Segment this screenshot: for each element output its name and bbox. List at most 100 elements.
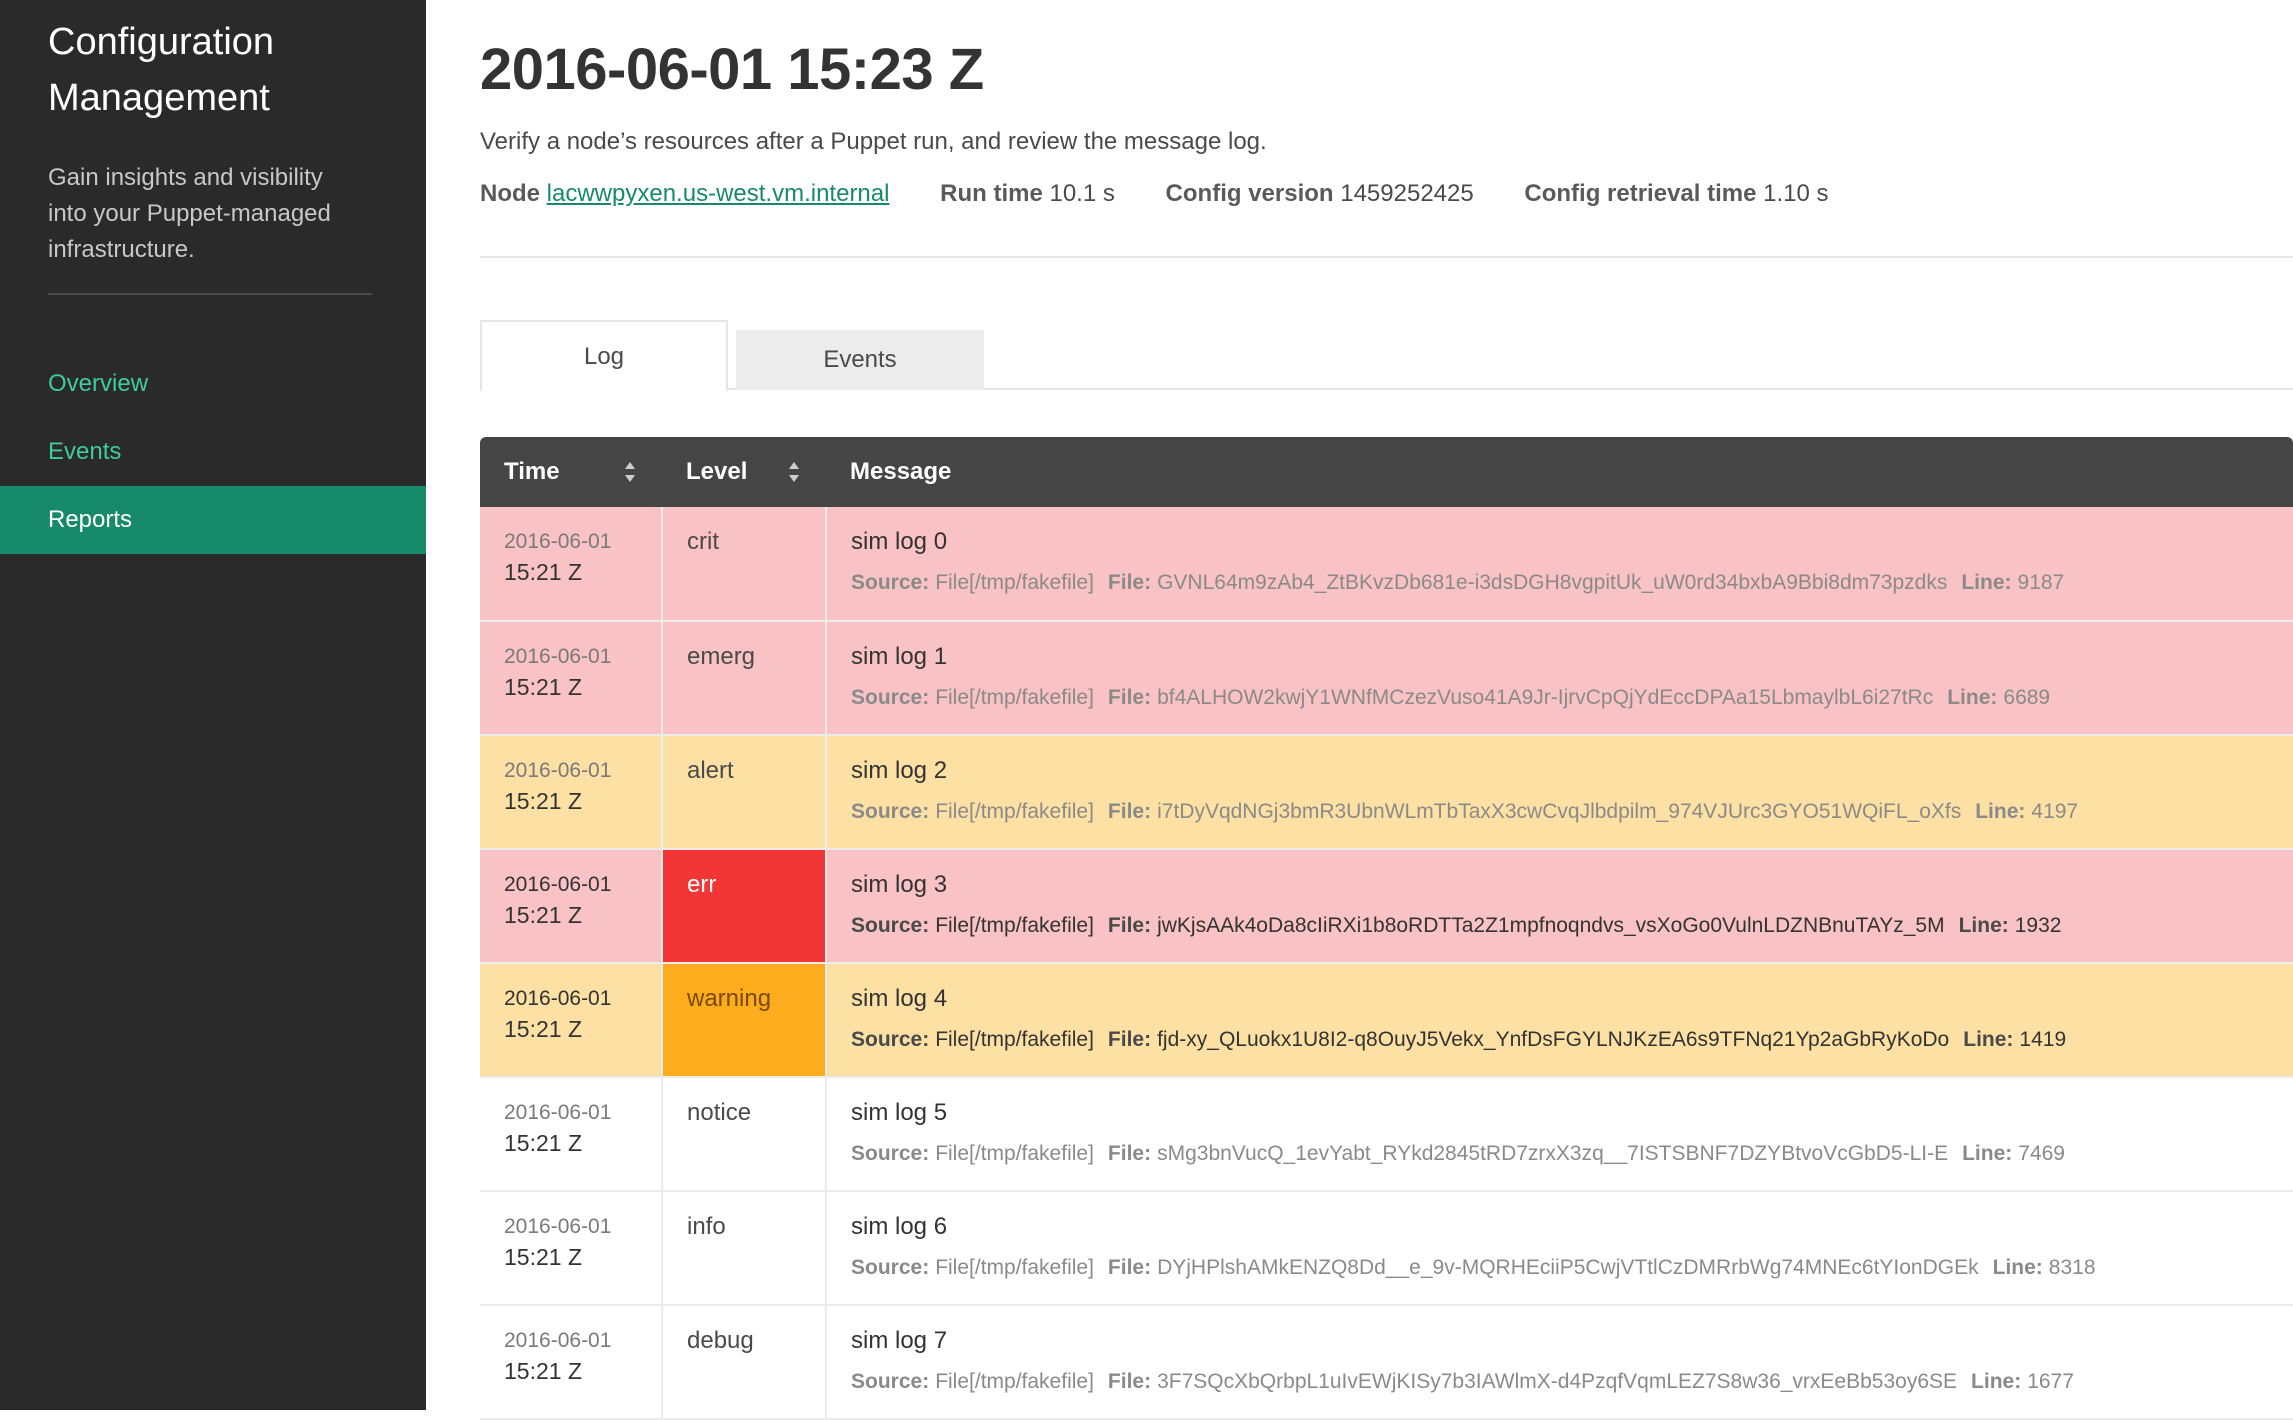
column-header-time[interactable]: Time	[480, 437, 662, 507]
log-time: 15:21 Z	[504, 1130, 582, 1156]
file-value: i7tDyVqdNGj3bmR3UbnWLmTbTaxX3cwCvqJlbdpi…	[1157, 800, 1962, 823]
time-cell: 2016-06-01 15:21 Z	[480, 507, 663, 622]
line-value: 8318	[2048, 1256, 2096, 1279]
log-detail: Source: File[/tmp/fakefile] File: i7tDyVqdN…	[851, 800, 2269, 824]
log-message: sim log 5	[851, 1099, 948, 1126]
source-value: File[/tmp/fakefile]	[935, 686, 1094, 709]
sort-icon[interactable]	[788, 461, 800, 483]
source-key: Source:	[851, 686, 930, 709]
log-level: crit	[687, 528, 719, 555]
log-message: sim log 4	[851, 985, 948, 1012]
file-key: File:	[1107, 1028, 1152, 1051]
tab-events[interactable]: Events	[736, 330, 984, 390]
app-description: Gain insights and visibility into your P…	[48, 164, 331, 263]
column-header-level[interactable]: Level	[662, 437, 826, 507]
log-message: sim log 2	[851, 757, 948, 784]
message-cell: sim log 4 Source: File[/tmp/fakefile] File:…	[826, 963, 2293, 1078]
file-key: File:	[1107, 571, 1152, 594]
timestamp: 2016-06-01 15:21 Z	[504, 1212, 637, 1272]
timestamp: 2016-06-01 15:21 Z	[504, 756, 637, 816]
sort-icon[interactable]	[624, 461, 636, 483]
source-key: Source:	[851, 800, 930, 823]
log-detail: Source: File[/tmp/fakefile] File: 3F7SQcXbQ…	[851, 1370, 2269, 1394]
sidebar-nav: Overview Events Reports	[0, 350, 426, 554]
time-cell: 2016-06-01 15:21 Z	[480, 1305, 663, 1420]
file-key: File:	[1107, 800, 1152, 823]
sidebar-item-reports[interactable]: Reports	[0, 486, 426, 554]
log-time: 15:21 Z	[504, 902, 582, 928]
time-cell: 2016-06-01 15:21 Z	[480, 963, 663, 1078]
table-row: 2016-06-01 15:21 Zalert sim log 2 Source: Fi…	[480, 735, 2293, 850]
log-time: 15:21 Z	[504, 1244, 582, 1270]
level-cell: warning	[662, 963, 827, 1078]
config-version-label: Config version	[1165, 180, 1334, 207]
sidebar-item-events[interactable]: Events	[0, 418, 426, 486]
log-message: sim log 6	[851, 1213, 948, 1240]
source-key: Source:	[851, 1370, 930, 1393]
level-cell: alert	[662, 735, 827, 850]
log-detail: Source: File[/tmp/fakefile] File: jwKjsAAk4…	[851, 914, 2269, 938]
time-cell: 2016-06-01 15:21 Z	[480, 735, 663, 850]
source-value: File[/tmp/fakefile]	[935, 1370, 1094, 1393]
file-value: sMg3bnVucQ_1evYabt_RYkd2845tRD7zrxX3zq__…	[1157, 1142, 1949, 1165]
level-cell: emerg	[662, 621, 827, 736]
table-row: 2016-06-01 15:21 Zcrit sim log 0 Source: Fil…	[480, 507, 2293, 622]
message-cell: sim log 2 Source: File[/tmp/fakefile] File:…	[826, 735, 2293, 850]
file-value: GVNL64m9zAb4_ZtBKvzDb681e-i3dsDGH8vgpitU…	[1157, 571, 1948, 594]
column-header-level-label: Level	[686, 458, 748, 485]
line-key: Line:	[1961, 571, 2012, 594]
table-header-row: Time Level Message	[480, 437, 2293, 507]
app-title: Configuration Management	[48, 21, 275, 119]
line-key: Line:	[1947, 686, 1998, 709]
level-cell: notice	[662, 1077, 827, 1192]
table-row: 2016-06-01 15:21 Zdebug sim log 7 Source: Fi…	[480, 1305, 2293, 1420]
log-date: 2016-06-01	[504, 1329, 612, 1352]
log-detail: Source: File[/tmp/fakefile] File: DYjHPlshA…	[851, 1256, 2269, 1280]
log-level: info	[687, 1213, 726, 1240]
table-row: 2016-06-01 15:21 Z emerg sim log 1 Source: Fi…	[480, 621, 2293, 736]
log-level: alert	[687, 757, 734, 784]
message-cell: sim log 5 Source: File[/tmp/fakefile] File:…	[826, 1077, 2293, 1192]
log-detail: Source: File[/tmp/fakefile] File: sMg3bnVuc…	[851, 1142, 2269, 1166]
table-row: 2016-06-01 15:21 Z warning sim log 4 Source:…	[480, 963, 2293, 1078]
page-subtitle: Verify a node’s resources after a Puppet…	[480, 128, 1267, 155]
column-header-message: Message	[826, 437, 2293, 507]
log-message: sim log 1	[851, 643, 948, 670]
file-key: File:	[1107, 914, 1152, 937]
log-level: emerg	[687, 643, 756, 670]
file-value: fjd-xy_QLuokx1U8I2-q8OuyJ5Vekx_YnfDsFGYL…	[1157, 1028, 1950, 1051]
tab-log[interactable]: Log	[480, 320, 728, 392]
line-key: Line:	[1975, 800, 2026, 823]
log-detail: Source: File[/tmp/fakefile] File: GVNL64m9z…	[851, 571, 2269, 595]
table-row: 2016-06-01 15:21 Zerr sim log 3 Source: File…	[480, 849, 2293, 964]
line-key: Line:	[1992, 1256, 2043, 1279]
file-key: File:	[1107, 1256, 1152, 1279]
timestamp: 2016-06-01 15:21 Z	[504, 1326, 637, 1386]
node-link[interactable]: lacwwpyxen.us-west.vm.internal	[547, 180, 890, 207]
line-key: Line:	[1958, 914, 2009, 937]
source-key: Source:	[851, 1142, 930, 1165]
level-cell: info	[662, 1191, 827, 1306]
run-time-label: Run time	[940, 180, 1043, 207]
source-value: File[/tmp/fakefile]	[935, 1142, 1094, 1165]
meta-run-time: Run time 10.1 s	[940, 180, 1121, 207]
time-cell: 2016-06-01 15:21 Z	[480, 1077, 663, 1192]
line-value: 1419	[2019, 1028, 2067, 1051]
sidebar-item-overview[interactable]: Overview	[0, 350, 426, 418]
log-time: 15:21 Z	[504, 1358, 582, 1384]
source-value: File[/tmp/fakefile]	[935, 1256, 1094, 1279]
line-key: Line:	[1971, 1370, 2022, 1393]
column-header-time-label: Time	[504, 458, 560, 485]
line-key: Line:	[1962, 1142, 2013, 1165]
log-date: 2016-06-01	[504, 530, 612, 553]
header-divider	[480, 256, 2293, 258]
timestamp: 2016-06-01 15:21 Z	[504, 642, 637, 702]
sidebar: Configuration Management Gain insights a…	[0, 0, 426, 1410]
line-value: 7469	[2018, 1142, 2065, 1165]
meta-config-version: Config version 1459252425	[1166, 180, 1481, 207]
source-value: File[/tmp/fakefile]	[935, 1028, 1094, 1051]
config-retrieval-value: 1.10 s	[1763, 180, 1829, 207]
level-cell: debug	[662, 1305, 827, 1420]
source-key: Source:	[851, 571, 930, 594]
log-level: warning	[687, 985, 772, 1012]
